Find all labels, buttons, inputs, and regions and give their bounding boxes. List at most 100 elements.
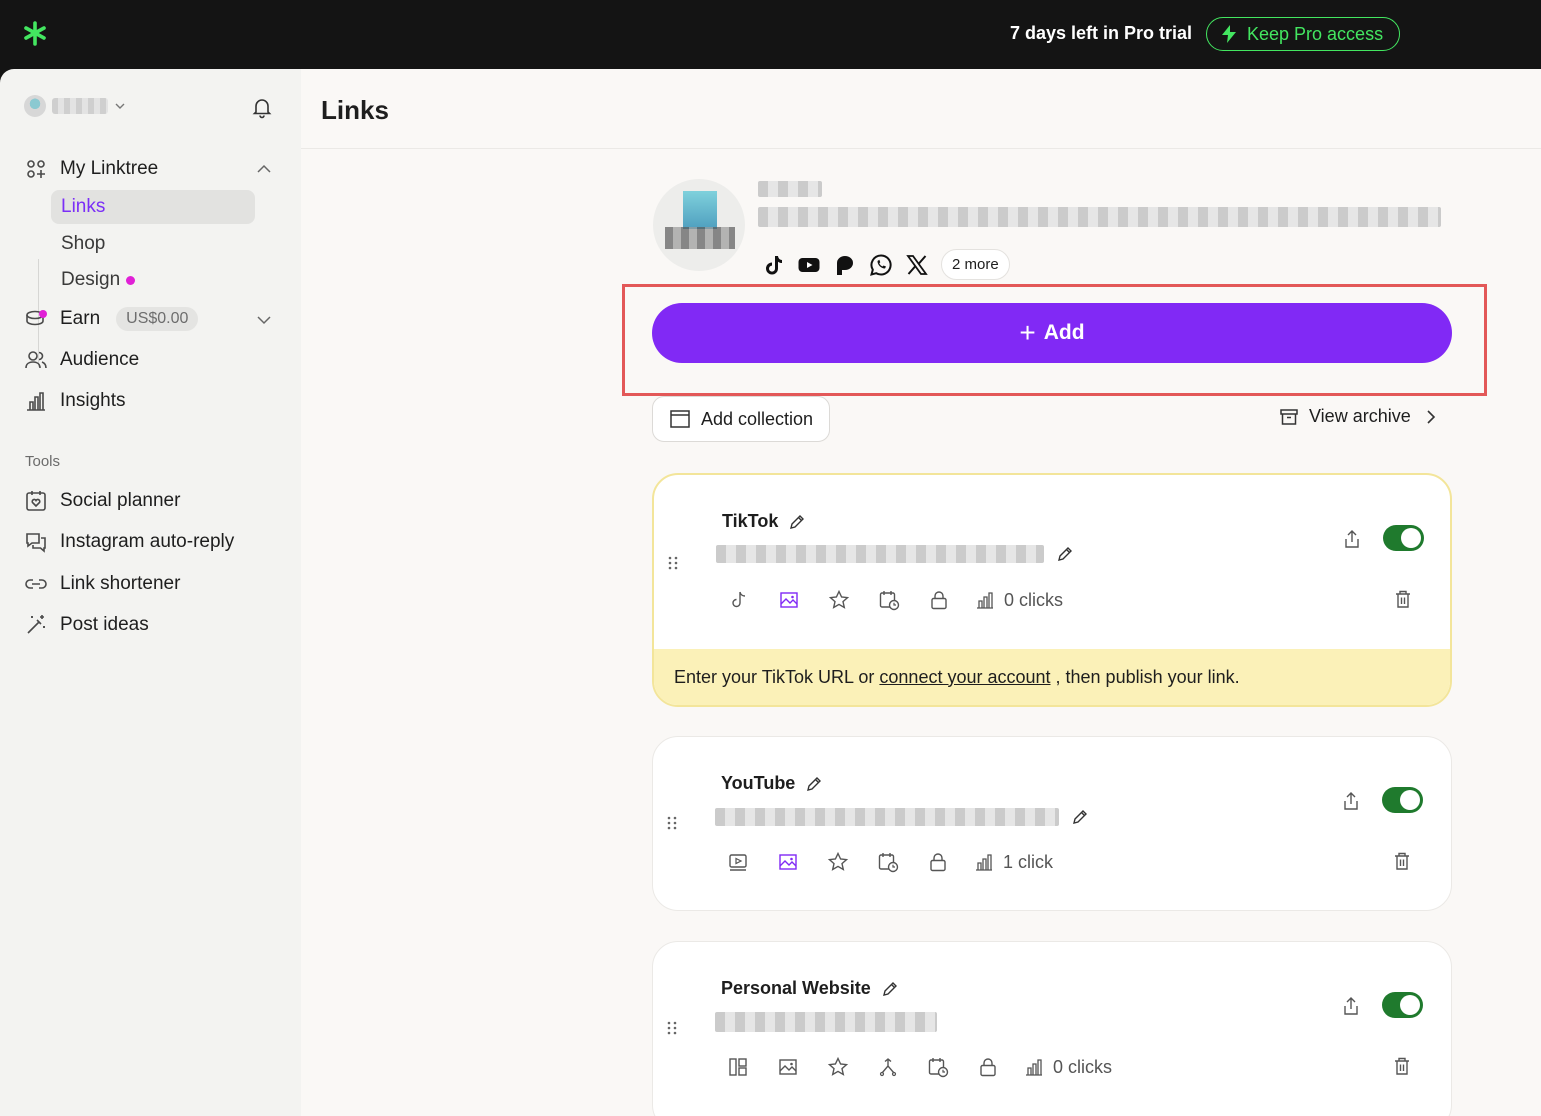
lock-icon[interactable] [928, 589, 950, 611]
linktree-icon [27, 160, 45, 178]
link-url-redacted[interactable] [715, 808, 1059, 826]
coins-icon [26, 310, 47, 326]
share-icon[interactable] [1342, 529, 1362, 549]
x-icon[interactable] [905, 253, 929, 277]
people-icon [25, 351, 47, 369]
pencil-icon[interactable] [1056, 545, 1074, 563]
share-icon[interactable] [1341, 996, 1361, 1016]
warning-text-before: Enter your TikTok URL or [674, 666, 875, 687]
nav-link-shortener-label: Link shortener [60, 573, 181, 594]
earnings-badge: US$0.00 [116, 307, 199, 331]
account-switcher[interactable] [24, 95, 126, 117]
image-icon[interactable] [777, 1056, 799, 1078]
schedule-icon[interactable] [927, 1056, 949, 1078]
whatsapp-icon[interactable] [869, 253, 893, 277]
link-card-personal-website[interactable]: Personal Website 0 clicks [652, 941, 1452, 1116]
star-icon[interactable] [827, 851, 849, 873]
drag-handle-icon[interactable] [665, 1020, 679, 1036]
avatar [24, 95, 46, 117]
tiktok-icon[interactable] [761, 253, 785, 277]
schedule-icon[interactable] [877, 851, 899, 873]
image-icon[interactable] [777, 851, 799, 873]
sidebar: My Linktree Links Shop Design Earn US$0.… [0, 69, 301, 1116]
link-title-row: TikTok [722, 511, 806, 532]
add-button[interactable]: + Add [652, 303, 1452, 363]
sidebar-item-design-label: Design [61, 269, 121, 290]
nav-post-ideas-label: Post ideas [60, 614, 149, 635]
chevron-right-icon [1427, 409, 1435, 424]
lightning-icon [1222, 25, 1236, 43]
chevron-up-icon[interactable] [255, 160, 273, 178]
trash-icon[interactable] [1393, 1056, 1411, 1076]
link-clicks[interactable]: 0 clicks [974, 589, 1063, 611]
bell-icon[interactable] [250, 95, 274, 119]
drag-handle-icon[interactable] [665, 815, 679, 831]
link-title[interactable]: YouTube [721, 773, 795, 794]
connect-account-link[interactable]: connect your account [879, 667, 1050, 688]
nav-audience-label: Audience [60, 349, 140, 370]
nav-link-shortener[interactable]: Link shortener [24, 572, 180, 596]
link-url-redacted[interactable] [715, 1012, 937, 1032]
drag-handle-icon[interactable] [666, 555, 680, 571]
nav-my-linktree[interactable]: My Linktree [24, 157, 158, 181]
nav-post-ideas[interactable]: Post ideas [24, 613, 149, 637]
patreon-icon[interactable] [833, 253, 857, 277]
link-enabled-toggle[interactable] [1383, 525, 1424, 551]
link-card-youtube[interactable]: YouTube 1 click [652, 736, 1452, 911]
trash-icon[interactable] [1394, 589, 1412, 609]
schedule-icon[interactable] [878, 589, 900, 611]
sidebar-item-shop[interactable]: Shop [51, 227, 255, 261]
pencil-icon[interactable] [788, 513, 806, 531]
link-enabled-toggle[interactable] [1382, 992, 1423, 1018]
add-collection-button[interactable]: Add collection [652, 396, 831, 442]
more-socials-button[interactable]: 2 more [941, 249, 1010, 280]
link-card-tiktok[interactable]: TikTok 0 clicks Enter your TikTok URL or… [652, 473, 1452, 707]
view-archive-button[interactable]: View archive [1279, 406, 1441, 427]
nav-social-planner[interactable]: Social planner [24, 489, 180, 513]
magic-wand-icon [27, 615, 45, 634]
redirect-icon[interactable] [877, 1056, 899, 1078]
chevron-down-icon[interactable] [255, 311, 273, 329]
link-clicks-count: 0 clicks [1053, 1056, 1113, 1077]
profile-name-redacted[interactable] [758, 181, 822, 197]
link-url-redacted[interactable] [716, 545, 1044, 563]
profile-bio-redacted[interactable] [758, 207, 1441, 227]
main-content: Links 2 more + Add Add collection View a… [301, 69, 1541, 1116]
bar-chart-icon [976, 854, 992, 871]
link-clicks[interactable]: 0 clicks [1023, 1056, 1112, 1078]
link-url-row [716, 545, 1074, 563]
tiktok-icon[interactable] [728, 589, 750, 611]
nav-earn[interactable]: Earn US$0.00 [24, 307, 199, 331]
image-icon[interactable] [778, 589, 800, 611]
link-title[interactable]: Personal Website [721, 978, 871, 999]
lock-icon[interactable] [927, 851, 949, 873]
avatar-pixelated-lower [665, 227, 735, 249]
share-icon[interactable] [1341, 791, 1361, 811]
layout-icon[interactable] [727, 1056, 749, 1078]
link-title[interactable]: TikTok [722, 511, 778, 532]
youtube-icon[interactable] [797, 253, 821, 277]
avatar-pixelated [683, 191, 717, 229]
nav-insights[interactable]: Insights [24, 389, 125, 413]
pencil-icon[interactable] [805, 775, 823, 793]
star-icon[interactable] [828, 589, 850, 611]
linktree-logo-icon[interactable] [22, 20, 48, 46]
nav-audience[interactable]: Audience [24, 348, 139, 372]
nav-insights-label: Insights [60, 390, 126, 411]
keep-pro-access-button[interactable]: Keep Pro access [1206, 17, 1400, 51]
sidebar-item-design[interactable]: Design [51, 263, 255, 297]
pencil-icon[interactable] [881, 980, 899, 998]
pencil-icon[interactable] [1071, 808, 1089, 826]
star-icon[interactable] [827, 1056, 849, 1078]
video-icon[interactable] [727, 851, 749, 873]
link-clicks-count: 0 clicks [1004, 589, 1064, 610]
link-enabled-toggle[interactable] [1382, 787, 1423, 813]
collection-icon [670, 410, 690, 428]
link-clicks[interactable]: 1 click [973, 851, 1053, 873]
lock-icon[interactable] [977, 1056, 999, 1078]
nav-instagram-auto-reply[interactable]: Instagram auto-reply [24, 530, 234, 554]
trash-icon[interactable] [1393, 851, 1411, 871]
sidebar-item-links[interactable]: Links [51, 190, 255, 224]
profile-avatar[interactable] [653, 179, 745, 271]
bar-chart-icon [1026, 1059, 1042, 1076]
